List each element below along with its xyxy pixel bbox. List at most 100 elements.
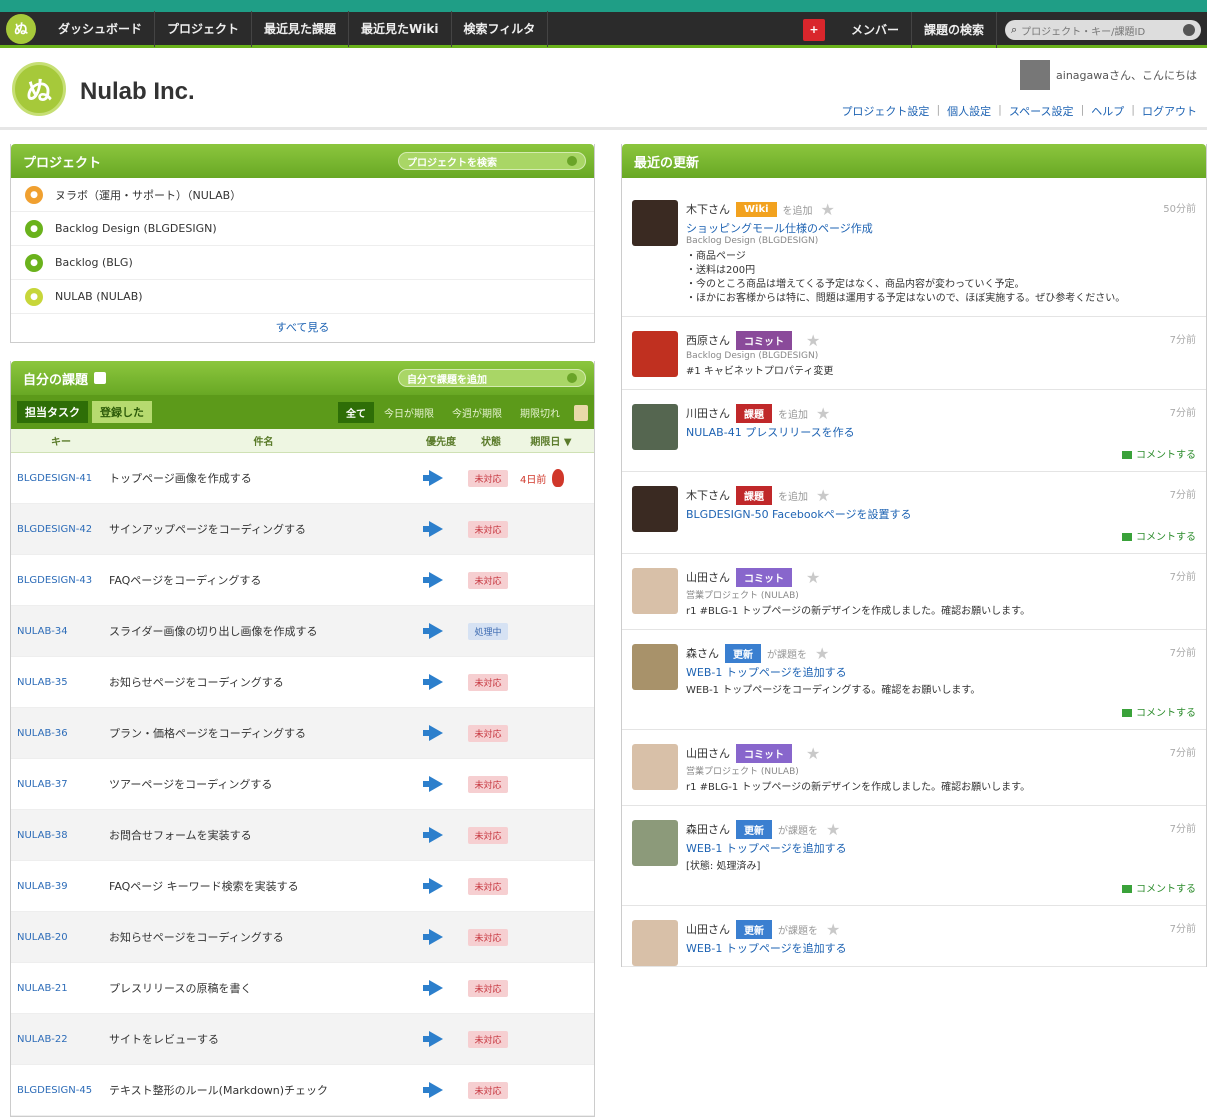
issue-subject[interactable]: お知らせページをコーディングする	[109, 929, 416, 945]
calendar-icon[interactable]	[94, 372, 107, 384]
user-name[interactable]: 山田さん	[686, 921, 730, 937]
link-personal-settings[interactable]: 個人設定	[947, 103, 991, 119]
table-row[interactable]: NULAB-39 FAQページ キーワード検索を実装する 未対応	[11, 861, 594, 912]
issue-key[interactable]: NULAB-35	[11, 677, 109, 688]
search-input[interactable]: ⌕ プロジェクト・キー/課題ID	[1005, 20, 1201, 40]
issue-subject[interactable]: スライダー画像の切り出し画像を作成する	[109, 623, 416, 639]
star-icon[interactable]: ★	[806, 331, 820, 350]
user-name[interactable]: 川田さん	[686, 405, 730, 421]
app-logo-icon[interactable]: ぬ	[6, 13, 36, 44]
avatar[interactable]	[632, 920, 678, 966]
link-logout[interactable]: ログアウト	[1142, 103, 1197, 119]
table-row[interactable]: NULAB-36 プラン・価格ページをコーディングする 未対応	[11, 708, 594, 759]
filter-all[interactable]: 全て	[338, 402, 374, 423]
issue-key[interactable]: NULAB-37	[11, 779, 109, 790]
project-name[interactable]: Backlog Design (BLGDESIGN)	[55, 222, 217, 235]
project-row[interactable]: ● ヌラボ（運用・サポート）（NULAB）	[11, 178, 594, 212]
tab-created[interactable]: 登録した	[92, 401, 152, 423]
avatar[interactable]	[632, 644, 678, 690]
activity-link[interactable]: WEB-1 トップページを追加する	[686, 664, 1196, 680]
issue-subject[interactable]: トップページ画像を作成する	[109, 470, 416, 486]
star-icon[interactable]: ★	[816, 404, 830, 423]
issue-key[interactable]: NULAB-20	[11, 932, 109, 943]
comment-link[interactable]: コメントする	[686, 880, 1196, 895]
activity-link[interactable]: NULAB-41 プレスリリースを作る	[686, 424, 1196, 440]
table-row[interactable]: NULAB-21 プレスリリースの原稿を書く 未対応	[11, 963, 594, 1014]
table-row[interactable]: NULAB-34 スライダー画像の切り出し画像を作成する 処理中	[11, 606, 594, 657]
star-icon[interactable]: ★	[806, 744, 820, 763]
avatar[interactable]	[632, 331, 678, 377]
issue-key[interactable]: BLGDESIGN-45	[11, 1085, 109, 1096]
column-subject[interactable]: 件名	[111, 433, 416, 448]
issue-subject[interactable]: プレスリリースの原稿を書く	[109, 980, 416, 996]
project-row[interactable]: ● Backlog Design (BLGDESIGN)	[11, 212, 594, 246]
link-help[interactable]: ヘルプ	[1091, 103, 1124, 119]
issue-key[interactable]: BLGDESIGN-42	[11, 524, 109, 535]
issue-key[interactable]: BLGDESIGN-41	[11, 473, 109, 484]
nav-projects[interactable]: プロジェクト	[155, 10, 253, 47]
clipboard-icon[interactable]	[574, 404, 588, 421]
nav-issue-search[interactable]: 課題の検索	[912, 12, 997, 48]
project-row[interactable]: ● Backlog (BLG)	[11, 246, 594, 280]
issue-key[interactable]: NULAB-36	[11, 728, 109, 739]
issue-subject[interactable]: サインアップページをコーディングする	[109, 521, 416, 537]
activity-link[interactable]: BLGDESIGN-50 Facebookページを設置する	[686, 506, 1196, 522]
project-row[interactable]: ● NULAB (NULAB)	[11, 280, 594, 314]
nav-dashboard[interactable]: ダッシュボード	[46, 10, 156, 47]
issue-subject[interactable]: FAQページをコーディングする	[109, 572, 416, 588]
star-icon[interactable]: ★	[821, 200, 835, 219]
activity-link[interactable]: WEB-1 トップページを追加する	[686, 840, 1196, 856]
user-name[interactable]: 西原さん	[686, 332, 730, 348]
table-row[interactable]: NULAB-37 ツアーページをコーディングする 未対応	[11, 759, 594, 810]
table-row[interactable]: BLGDESIGN-43 FAQページをコーディングする 未対応	[11, 555, 594, 606]
project-name[interactable]: Backlog (BLG)	[55, 256, 133, 269]
user-name[interactable]: 木下さん	[686, 201, 730, 217]
issue-subject[interactable]: プラン・価格ページをコーディングする	[109, 725, 416, 741]
user-name[interactable]: 森さん	[686, 645, 719, 661]
table-row[interactable]: BLGDESIGN-45 テキスト整形のルール(Markdown)チェック 未対応	[11, 1065, 594, 1116]
table-row[interactable]: NULAB-35 お知らせページをコーディングする 未対応	[11, 657, 594, 708]
star-icon[interactable]: ★	[815, 644, 829, 663]
avatar[interactable]	[632, 200, 678, 246]
activity-link[interactable]: ショッピングモール仕様のページ作成	[686, 220, 1196, 236]
filter-due-today[interactable]: 今日が期限	[376, 402, 442, 423]
project-name[interactable]: NULAB (NULAB)	[55, 290, 143, 303]
issue-subject[interactable]: お知らせページをコーディングする	[109, 674, 416, 690]
star-icon[interactable]: ★	[806, 568, 820, 587]
comment-link[interactable]: コメントする	[686, 446, 1196, 461]
issue-subject[interactable]: サイトをレビューする	[109, 1031, 416, 1047]
issue-key[interactable]: NULAB-22	[11, 1034, 109, 1045]
issue-key[interactable]: NULAB-34	[11, 626, 109, 637]
user-name[interactable]: 木下さん	[686, 487, 730, 503]
issue-subject[interactable]: テキスト整形のルール(Markdown)チェック	[109, 1082, 416, 1098]
avatar[interactable]	[632, 486, 678, 532]
nav-search-filter[interactable]: 検索フィルタ	[452, 10, 549, 47]
avatar[interactable]	[1020, 60, 1051, 90]
column-due-date[interactable]: 期限日 ▼	[516, 433, 586, 448]
column-key[interactable]: キー	[11, 433, 111, 448]
issue-key[interactable]: NULAB-39	[11, 881, 109, 892]
star-icon[interactable]: ★	[816, 486, 830, 505]
add-issue-button[interactable]: 自分で課題を追加	[398, 369, 586, 387]
see-all-projects-link[interactable]: すべて見る	[11, 314, 594, 342]
column-priority[interactable]: 優先度	[416, 433, 466, 448]
activity-link[interactable]: WEB-1 トップページを追加する	[686, 940, 1196, 956]
star-icon[interactable]: ★	[826, 820, 840, 839]
nav-recent-wiki[interactable]: 最近見たWiki	[349, 10, 452, 47]
issue-key[interactable]: BLGDESIGN-43	[11, 575, 109, 586]
user-name[interactable]: 森田さん	[686, 821, 730, 837]
add-icon[interactable]: +	[802, 19, 825, 41]
column-status[interactable]: 状態	[466, 433, 516, 448]
issue-subject[interactable]: FAQページ キーワード検索を実装する	[109, 878, 416, 894]
nav-members[interactable]: メンバー	[839, 12, 912, 48]
star-icon[interactable]: ★	[826, 920, 840, 939]
issue-key[interactable]: NULAB-21	[11, 983, 109, 994]
avatar[interactable]	[632, 744, 678, 790]
tab-assigned[interactable]: 担当タスク	[17, 401, 88, 423]
clear-search-icon[interactable]	[1183, 24, 1195, 36]
avatar[interactable]	[632, 404, 678, 450]
user-name[interactable]: 山田さん	[686, 745, 730, 761]
table-row[interactable]: BLGDESIGN-42 サインアップページをコーディングする 未対応	[11, 504, 594, 555]
table-row[interactable]: BLGDESIGN-41 トップページ画像を作成する 未対応 4日前	[11, 453, 594, 504]
avatar[interactable]	[632, 820, 678, 866]
